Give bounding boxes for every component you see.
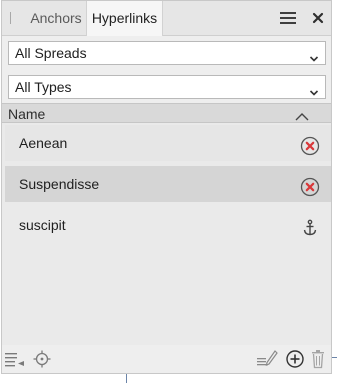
- canvas-guide-line: [332, 357, 337, 358]
- chevron-down-icon: [309, 82, 319, 96]
- close-icon[interactable]: [308, 8, 328, 28]
- types-dropdown-value: All Types: [15, 79, 72, 95]
- error-circle-x-icon: [300, 174, 320, 197]
- error-circle-x-icon: [300, 133, 320, 156]
- add-hyperlink-icon[interactable]: [284, 349, 306, 369]
- panel-tab-bar: Anchors Hyperlinks: [2, 1, 331, 36]
- list-item[interactable]: Aenean: [5, 125, 331, 161]
- list-item-label: Suspendisse: [19, 176, 100, 192]
- tab-anchors[interactable]: Anchors: [26, 1, 86, 35]
- list-item[interactable]: suscipit: [5, 207, 331, 243]
- list-item-selected[interactable]: Suspendisse: [5, 166, 331, 202]
- list-item-label: Aenean: [19, 135, 68, 151]
- spreads-dropdown-value: All Spreads: [15, 45, 87, 61]
- panel-bottom-toolbar: [2, 345, 331, 373]
- hyperlinks-list: Aenean Suspendisse suscipit: [2, 123, 331, 345]
- panel-grip-handle[interactable]: [10, 12, 13, 24]
- trash-icon[interactable]: [308, 349, 330, 369]
- canvas-guide-line: [126, 374, 127, 383]
- types-dropdown[interactable]: All Types: [8, 75, 326, 99]
- name-column-label: Name: [8, 106, 46, 122]
- panel-menu-icon[interactable]: [278, 8, 298, 28]
- chevron-down-icon: [309, 48, 319, 62]
- list-item-label: suscipit: [19, 217, 66, 233]
- anchor-icon: [300, 215, 320, 236]
- name-column-header[interactable]: Name: [2, 103, 331, 123]
- spreads-dropdown[interactable]: All Spreads: [8, 41, 326, 65]
- sort-ascending-icon[interactable]: [295, 107, 309, 121]
- edit-hyperlink-icon[interactable]: [256, 349, 278, 369]
- go-to-target-icon[interactable]: [31, 349, 53, 369]
- list-options-icon[interactable]: [4, 349, 26, 369]
- tab-hyperlinks[interactable]: Hyperlinks: [86, 1, 163, 36]
- hyperlinks-panel: Anchors Hyperlinks All Spreads All Types: [1, 0, 332, 374]
